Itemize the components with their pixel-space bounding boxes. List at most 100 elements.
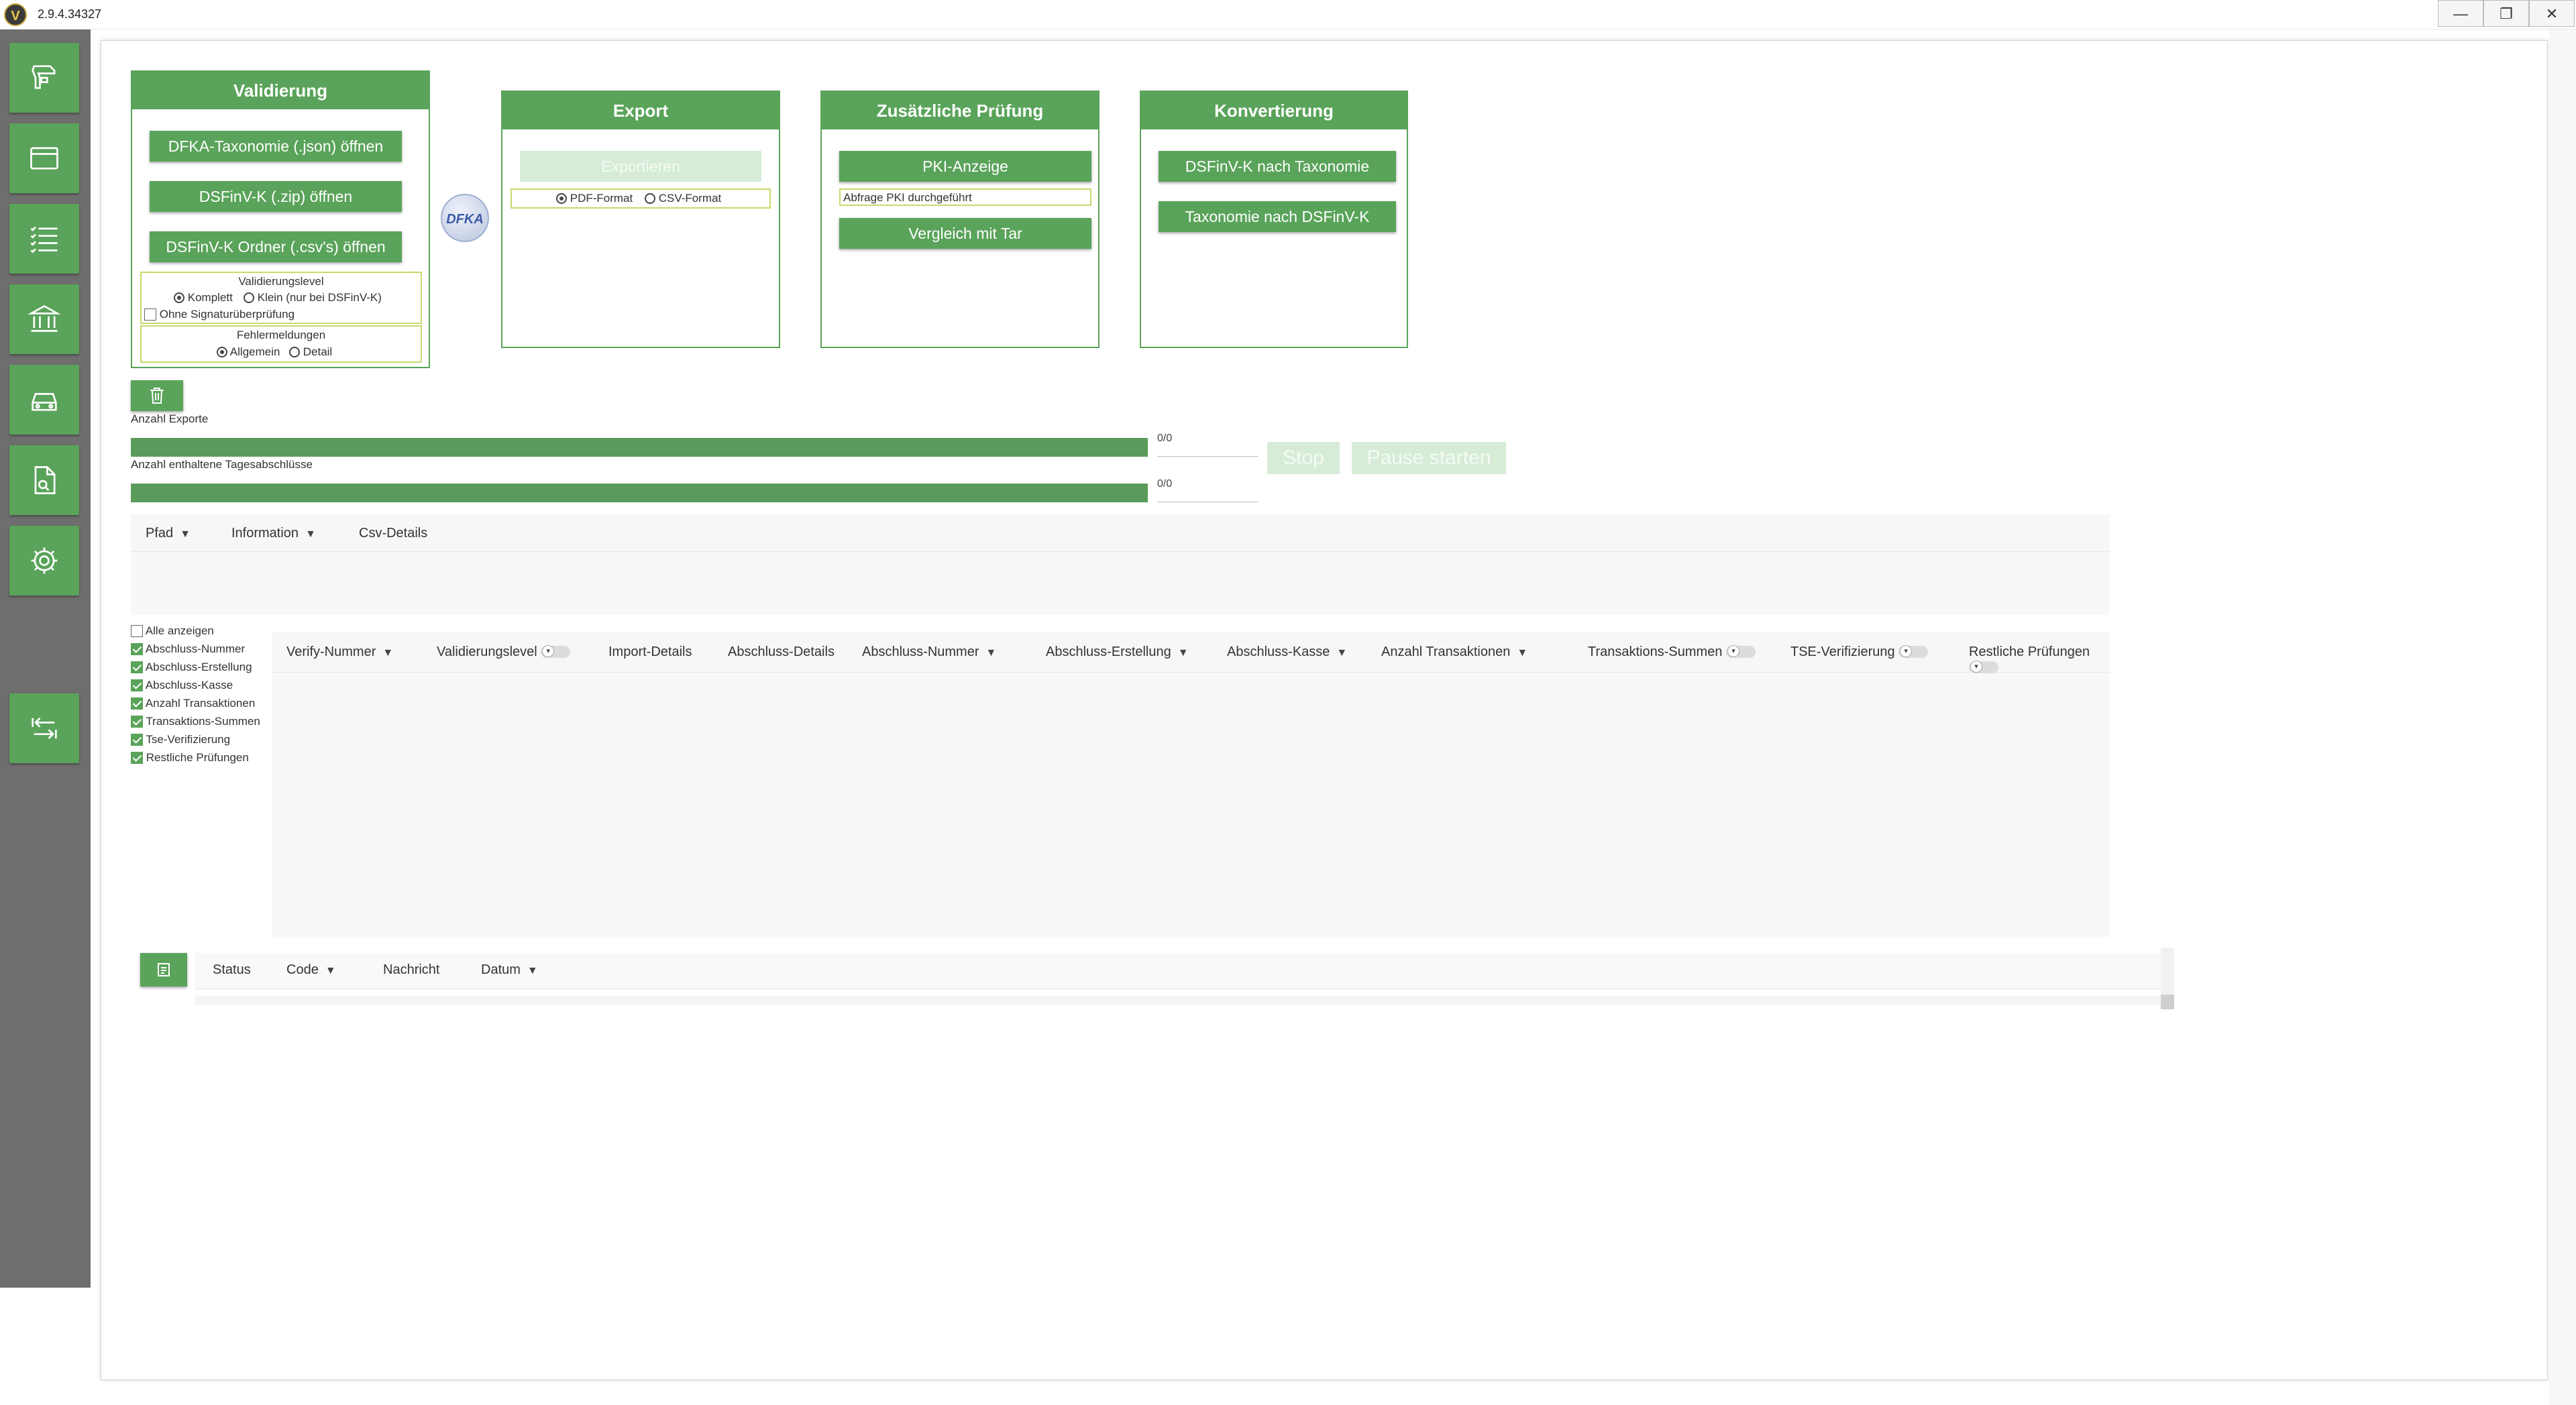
pki-anzeige-button[interactable]: PKI-Anzeige xyxy=(839,151,1091,182)
fehlermeldungen-label: Fehlermeldungen xyxy=(236,329,326,341)
col-nachricht[interactable]: Nachricht xyxy=(383,962,439,978)
bank-icon xyxy=(28,304,61,332)
open-folder-button[interactable]: DSFinV-K Ordner (.csv's) öffnen xyxy=(150,231,402,262)
filter-icon[interactable]: ▼ xyxy=(1514,647,1527,659)
checkbox-icon xyxy=(131,625,143,637)
radio-off-icon xyxy=(244,292,254,303)
results-table: Verify-Nummer ▼ Validierungslevel Import… xyxy=(272,632,2110,937)
col-restliche-pruefungen[interactable]: Restliche Prüfungen xyxy=(1969,644,2110,675)
col-csv-details[interactable]: Csv-Details xyxy=(359,526,427,541)
close-button[interactable]: ✕ xyxy=(2529,0,2575,27)
nav-document-button[interactable] xyxy=(9,445,79,515)
fehler-allgemein-radio[interactable]: Allgemein xyxy=(217,345,280,359)
files-table: Pfad ▼ Information ▼ Csv-Details xyxy=(131,514,2110,615)
messages-horizontal-scrollbar[interactable] xyxy=(195,996,2161,1005)
radio-on-icon xyxy=(174,292,184,303)
ohne-signatur-checkbox[interactable]: Ohne Signaturüberprüfung xyxy=(144,308,294,321)
column-toggle-list: Alle anzeigen Abschluss-Nummer Abschluss… xyxy=(131,624,272,779)
document-search-icon xyxy=(34,466,56,494)
filter-icon[interactable]: ▼ xyxy=(1175,647,1189,659)
toggle-alle-anzeigen[interactable]: Alle anzeigen xyxy=(131,624,214,638)
filter-toggle-icon[interactable] xyxy=(1726,645,1756,658)
nav-collapse-button[interactable] xyxy=(9,693,79,763)
filter-icon[interactable]: ▼ xyxy=(983,647,996,659)
exports-progress-bar xyxy=(131,438,1148,457)
toggle-tse-verifizierung[interactable]: Tse-Verifizierung xyxy=(131,733,230,746)
col-validierungslevel[interactable]: Validierungslevel xyxy=(437,644,571,660)
nav-bank-button[interactable] xyxy=(9,284,79,354)
checkbox-checked-icon xyxy=(131,752,143,764)
col-abschluss-nummer[interactable]: Abschluss-Nummer ▼ xyxy=(862,644,996,660)
col-information[interactable]: Information ▼ xyxy=(231,526,316,541)
results-table-header: Verify-Nummer ▼ Validierungslevel Import… xyxy=(272,632,2110,673)
restore-button[interactable]: ❐ xyxy=(2483,0,2529,27)
toggle-abschluss-nummer[interactable]: Abschluss-Nummer xyxy=(131,642,245,656)
messages-vertical-scrollbar[interactable] xyxy=(2161,948,2174,1009)
col-abschluss-details[interactable]: Abschluss-Details xyxy=(728,644,835,660)
fehler-detail-radio[interactable]: Detail xyxy=(289,345,332,359)
tages-count: 0/0 xyxy=(1157,478,1258,502)
export-format-box: PDF-Format CSV-Format xyxy=(511,188,771,209)
toggle-anzahl-transaktionen[interactable]: Anzahl Transaktionen xyxy=(131,697,255,710)
anzahl-exporte-label: Anzahl Exporte xyxy=(131,412,209,425)
col-tse-verifizierung[interactable]: TSE-Verifizierung xyxy=(1790,644,1929,660)
level-klein-radio[interactable]: Klein (nur bei DSFinV-K) xyxy=(244,291,382,304)
messages-table-header: Status Code ▼ Nachricht Datum ▼ xyxy=(195,953,2161,989)
dsfinvk-nach-taxonomie-button[interactable]: DSFinV-K nach Taxonomie xyxy=(1159,151,1396,182)
filter-icon[interactable]: ▼ xyxy=(177,528,191,540)
filter-toggle-icon[interactable] xyxy=(1969,661,1998,673)
nav-scanner-button[interactable] xyxy=(9,43,79,113)
exportieren-button[interactable]: Exportieren xyxy=(520,151,761,182)
col-abschluss-kasse[interactable]: Abschluss-Kasse ▼ xyxy=(1227,644,1347,660)
level-komplett-radio[interactable]: Komplett xyxy=(174,291,233,304)
nav-card-button[interactable] xyxy=(9,123,79,193)
taxonomie-nach-dsfinvk-button[interactable]: Taxonomie nach DSFinV-K xyxy=(1159,201,1396,232)
toggle-abschluss-erstellung[interactable]: Abschluss-Erstellung xyxy=(131,661,252,674)
checkbox-icon xyxy=(144,308,156,321)
toggle-abschluss-kasse[interactable]: Abschluss-Kasse xyxy=(131,679,233,692)
col-status[interactable]: Status xyxy=(213,962,251,978)
col-transaktions-summen[interactable]: Transaktions-Summen xyxy=(1588,644,1756,660)
csv-format-radio[interactable]: CSV-Format xyxy=(645,192,721,205)
card-icon xyxy=(30,147,58,170)
pause-button[interactable]: Pause starten xyxy=(1352,442,1506,474)
filter-icon[interactable]: ▼ xyxy=(380,647,393,659)
filter-toggle-icon[interactable] xyxy=(541,645,571,658)
checkbox-checked-icon xyxy=(131,661,143,673)
toggle-restliche-pruefungen[interactable]: Restliche Prüfungen xyxy=(131,751,249,765)
pdf-format-radio[interactable]: PDF-Format xyxy=(556,192,633,205)
delete-button[interactable] xyxy=(131,380,183,411)
save-log-button[interactable] xyxy=(140,953,187,987)
col-datum[interactable]: Datum ▼ xyxy=(481,962,538,978)
nav-list-button[interactable] xyxy=(9,204,79,274)
minimize-button[interactable]: — xyxy=(2438,0,2483,27)
col-import-details[interactable]: Import-Details xyxy=(608,644,692,660)
dfka-logo: DFKA xyxy=(441,194,489,242)
window-vertical-scrollbar[interactable] xyxy=(2549,30,2576,1405)
nav-car-button[interactable] xyxy=(9,365,79,435)
nav-settings-button[interactable] xyxy=(9,526,79,596)
export-title: Export xyxy=(502,92,779,129)
filter-toggle-icon[interactable] xyxy=(1898,645,1929,658)
stop-button[interactable]: Stop xyxy=(1267,442,1340,474)
list-icon xyxy=(30,226,58,254)
col-code[interactable]: Code ▼ xyxy=(286,962,336,978)
open-taxonomie-button[interactable]: DFKA-Taxonomie (.json) öffnen xyxy=(150,131,402,162)
filter-icon[interactable]: ▼ xyxy=(303,528,316,540)
konvertierung-title: Konvertierung xyxy=(1141,92,1407,129)
scrollbar-thumb[interactable] xyxy=(2161,995,2174,1009)
validierungslevel-box: Validierungslevel Komplett Klein (nur be… xyxy=(140,272,422,324)
col-pfad[interactable]: Pfad ▼ xyxy=(146,526,191,541)
vergleich-tar-button[interactable]: Vergleich mit Tar xyxy=(839,218,1091,249)
radio-on-icon xyxy=(556,193,567,204)
filter-icon[interactable]: ▼ xyxy=(524,965,538,976)
files-table-header: Pfad ▼ Information ▼ Csv-Details xyxy=(131,514,2110,552)
col-verify-nummer[interactable]: Verify-Nummer ▼ xyxy=(286,644,393,660)
checkbox-checked-icon xyxy=(131,697,143,710)
col-anzahl-transaktionen[interactable]: Anzahl Transaktionen ▼ xyxy=(1381,644,1527,660)
filter-icon[interactable]: ▼ xyxy=(322,965,336,976)
col-abschluss-erstellung[interactable]: Abschluss-Erstellung ▼ xyxy=(1046,644,1189,660)
toggle-transaktions-summen[interactable]: Transaktions-Summen xyxy=(131,715,260,728)
open-zip-button[interactable]: DSFinV-K (.zip) öffnen xyxy=(150,181,402,212)
filter-icon[interactable]: ▼ xyxy=(1334,647,1347,659)
